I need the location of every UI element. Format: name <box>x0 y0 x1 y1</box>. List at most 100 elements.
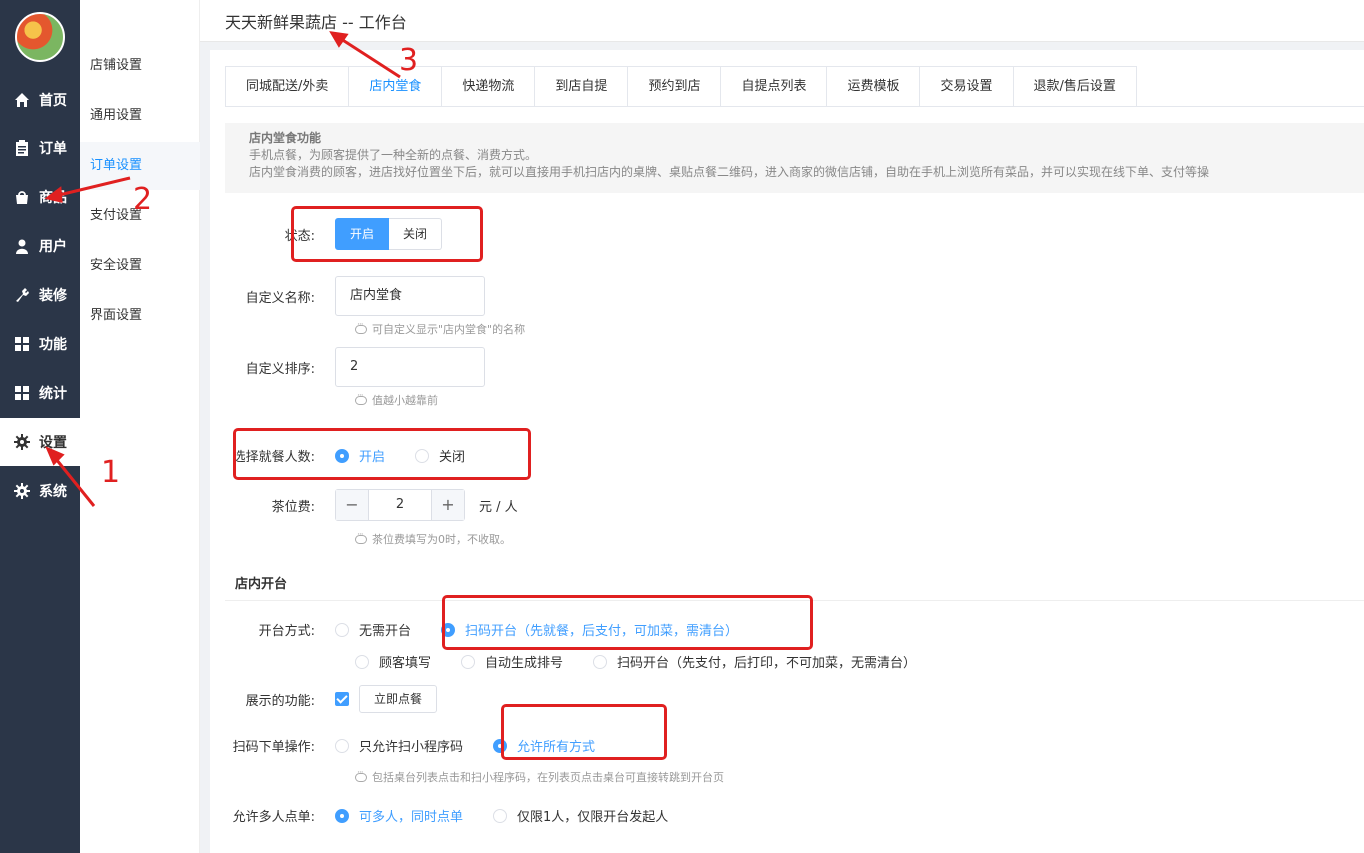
open-mode-auto-number-radio[interactable]: 自动生成排号 <box>461 652 563 671</box>
subnav-item-security[interactable]: 安全设置 <box>80 242 200 290</box>
tea-fee-row: 茶位费: − 2 + 元 / 人 <box>210 489 518 521</box>
radio-label: 自动生成排号 <box>485 656 564 671</box>
nav-item-users[interactable]: 用户 <box>0 222 80 270</box>
tip-text: 值越小越靠前 <box>372 394 438 407</box>
feature-intro: 店内堂食功能 手机点餐，为顾客提供了一种全新的点餐、消费方式。 店内堂食消费的顾… <box>225 123 1364 193</box>
nav-item-orders[interactable]: 订单 <box>0 124 80 172</box>
user-icon <box>13 237 31 255</box>
subnav-item-shop[interactable]: 店铺设置 <box>80 42 200 90</box>
tip-icon <box>355 530 367 544</box>
annotation-number: 1 <box>101 455 121 490</box>
highlight-box-open-mode <box>442 595 813 650</box>
nav-item-label: 订单 <box>39 141 67 157</box>
features-label: 展示的功能: <box>245 693 315 709</box>
highlight-box-status <box>291 206 483 262</box>
annotation-number: 2 <box>133 182 153 217</box>
scan-order-mini-program-radio[interactable]: 只允许扫小程序码 <box>335 736 463 755</box>
nav-item-functions[interactable]: 功能 <box>0 320 80 368</box>
features-checkbox[interactable] <box>335 692 349 706</box>
page-header: 天天新鲜果蔬店 -- 工作台 <box>200 0 1364 42</box>
tea-fee-stepper: − 2 + <box>335 489 465 521</box>
open-mode-scan-pay-first-radio[interactable]: 扫码开台（先支付，后打印，不可加菜，无需清台） <box>593 652 916 671</box>
intro-heading: 店内堂食功能 <box>249 131 322 145</box>
custom-sort-row: 自定义排序: 2 <box>210 347 485 387</box>
tab-refund[interactable]: 退款/售后设置 <box>1013 66 1137 107</box>
tab-delivery[interactable]: 同城配送/外卖 <box>225 66 350 107</box>
gear-icon <box>13 482 31 500</box>
radio-label: 只允许扫小程序码 <box>359 740 464 755</box>
custom-sort-input[interactable]: 2 <box>335 347 485 387</box>
order-now-button[interactable]: 立即点餐 <box>359 685 438 713</box>
open-mode-none-radio[interactable]: 无需开台 <box>335 620 411 639</box>
nav-item-label: 系统 <box>39 484 67 500</box>
nav-item-label: 功能 <box>39 337 67 353</box>
clipboard-icon <box>13 139 31 157</box>
radio-dot <box>493 808 508 823</box>
tip-icon <box>355 320 367 334</box>
tip-icon <box>355 768 367 782</box>
radio-dot <box>461 654 476 669</box>
custom-name-input[interactable]: 店内堂食 <box>335 276 485 316</box>
shop-avatar[interactable] <box>15 12 65 62</box>
grid-icon <box>13 384 31 402</box>
intro-line: 店内堂食消费的顾客，进店找好位置坐下后，就可以直接用手机扫店内的桌牌、桌贴点餐二… <box>249 165 1210 179</box>
gear-icon <box>13 433 31 451</box>
tab-dine-in[interactable]: 店内堂食 <box>349 66 443 107</box>
radio-label: 顾客填写 <box>379 656 432 671</box>
nav-item-decorate[interactable]: 装修 <box>0 271 80 319</box>
tab-trade[interactable]: 交易设置 <box>920 66 1014 107</box>
tab-divider <box>225 106 1364 107</box>
tip-text: 包括桌台列表点击和扫小程序码，在列表页点击桌台可直接转跳到开台页 <box>372 771 724 784</box>
tab-pickup-points[interactable]: 自提点列表 <box>721 66 828 107</box>
open-mode-customer-fill-radio[interactable]: 顾客填写 <box>355 652 431 671</box>
highlight-box-scan-order <box>501 704 667 760</box>
tea-fee-tip: 茶位费填写为0时，不收取。 <box>355 530 511 547</box>
custom-name-label: 自定义名称: <box>245 290 315 306</box>
custom-sort-label: 自定义排序: <box>245 361 315 377</box>
decrement-button[interactable]: − <box>336 490 369 520</box>
section-title: 店内开台 <box>235 577 288 592</box>
radio-dot <box>335 808 349 823</box>
tab-pickup[interactable]: 到店自提 <box>535 66 629 107</box>
nav-item-system[interactable]: 系统 <box>0 467 80 515</box>
radio-dot <box>355 654 369 669</box>
radio-label: 扫码开台（先支付，后打印，不可加菜，无需清台） <box>617 656 917 671</box>
radio-dot <box>593 654 608 669</box>
increment-button[interactable]: + <box>431 490 464 520</box>
settings-subnav: 店铺设置 通用设置 订单设置 支付设置 安全设置 界面设置 <box>80 0 200 853</box>
intro-line: 手机点餐，为顾客提供了一种全新的点餐、消费方式。 <box>249 148 538 162</box>
tab-reservation[interactable]: 预约到店 <box>628 66 722 107</box>
nav-item-label: 用户 <box>39 239 67 255</box>
tab-bar: 同城配送/外卖 店内堂食 快递物流 到店自提 预约到店 自提点列表 运费模板 交… <box>225 66 1137 107</box>
custom-name-tip: 可自定义显示"店内堂食"的名称 <box>355 320 526 337</box>
nav-item-label: 统计 <box>39 386 67 402</box>
tea-fee-input[interactable]: 2 <box>369 490 431 520</box>
bag-icon <box>13 188 31 206</box>
nav-item-label: 商品 <box>39 190 67 206</box>
tab-shipping-template[interactable]: 运费模板 <box>827 66 921 107</box>
annotation-number: 3 <box>399 43 419 78</box>
page-title: 天天新鲜果蔬店 -- 工作台 <box>225 13 407 32</box>
multi-order-allow-radio[interactable]: 可多人，同时点单 <box>335 806 463 825</box>
subnav-item-general[interactable]: 通用设置 <box>80 92 200 140</box>
multi-order-row: 允许多人点单: 可多人，同时点单 仅限1人，仅限开台发起人 <box>210 806 698 825</box>
tab-express[interactable]: 快递物流 <box>442 66 536 107</box>
radio-label: 可多人，同时点单 <box>359 810 464 825</box>
tip-text: 可自定义显示"店内堂食"的名称 <box>372 323 526 336</box>
nav-item-home[interactable]: 首页 <box>0 76 80 124</box>
nav-item-stats[interactable]: 统计 <box>0 369 80 417</box>
open-mode-row-2: 顾客填写 自动生成排号 扫码开台（先支付，后打印，不可加菜，无需清台） <box>355 652 946 671</box>
multi-order-single-radio[interactable]: 仅限1人，仅限开台发起人 <box>493 806 668 825</box>
tip-text: 茶位费填写为0时，不收取。 <box>372 533 511 546</box>
open-mode-label: 开台方式: <box>258 624 315 639</box>
nav-item-settings[interactable]: 设置 <box>0 418 80 466</box>
tea-fee-label: 茶位费: <box>271 499 315 515</box>
nav-item-label: 装修 <box>39 288 67 304</box>
nav-item-products[interactable]: 商品 <box>0 173 80 221</box>
subnav-item-interface[interactable]: 界面设置 <box>80 292 200 340</box>
wrench-icon <box>13 286 31 304</box>
custom-name-row: 自定义名称: 店内堂食 <box>210 276 485 316</box>
scan-order-tip: 包括桌台列表点击和扫小程序码，在列表页点击桌台可直接转跳到开台页 <box>355 768 724 785</box>
scan-order-label: 扫码下单操作: <box>232 740 315 755</box>
home-icon <box>13 91 31 109</box>
